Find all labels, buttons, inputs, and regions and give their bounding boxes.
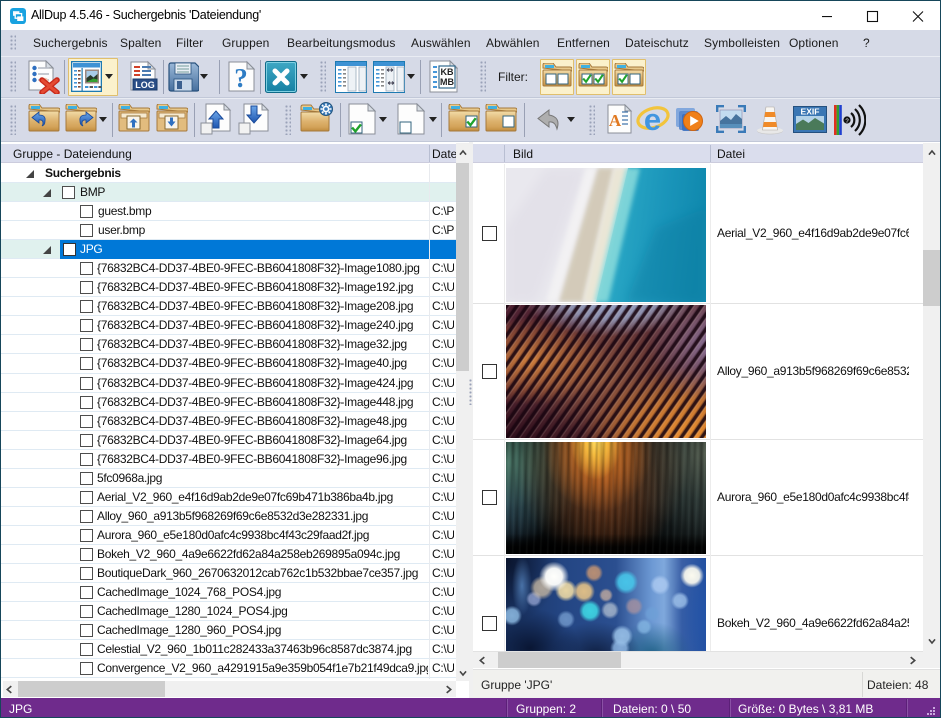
svg-text:A: A: [609, 111, 622, 130]
svg-text:LOG: LOG: [135, 80, 155, 90]
svg-text:MB: MB: [440, 77, 454, 87]
svg-text:?: ?: [234, 63, 248, 93]
svg-text:e: e: [644, 103, 661, 136]
svg-text:EXIF: EXIF: [801, 107, 820, 117]
svg-text:KB: KB: [441, 67, 454, 77]
